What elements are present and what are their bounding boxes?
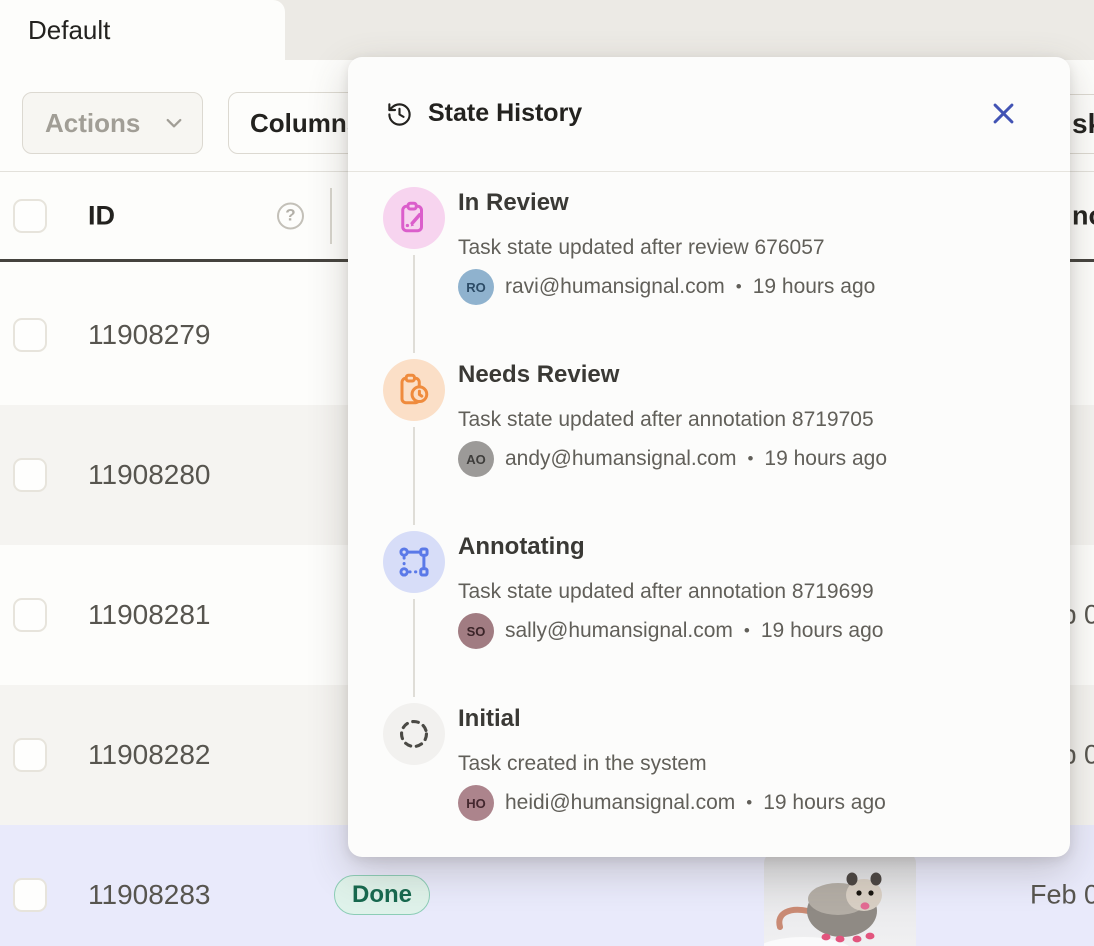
dashed-circle-icon <box>383 703 445 765</box>
close-icon <box>990 100 1017 127</box>
dialog-title: State History <box>428 99 582 128</box>
entry-time: 19 hours ago <box>764 447 887 471</box>
row-checkbox[interactable] <box>13 458 47 492</box>
history-icon <box>386 101 413 128</box>
status-badge-done: Done <box>334 875 430 915</box>
partially-hidden-toolbar-button[interactable]: sk <box>1070 94 1094 154</box>
entry-meta: RO ravi@humansignal.com • 19 hours ago <box>458 269 875 305</box>
chevron-down-icon <box>166 118 182 129</box>
clipboard-clock-icon <box>383 359 445 421</box>
entry-description: Task state updated after review 676057 <box>458 236 825 260</box>
bounding-box-icon <box>383 531 445 593</box>
task-thumbnail[interactable] <box>764 853 916 946</box>
columns-button-label: Columns <box>250 108 361 139</box>
entry-state: In Review <box>458 189 569 217</box>
avatar: SO <box>458 613 494 649</box>
select-all-checkbox[interactable] <box>13 199 47 233</box>
entry-time: 19 hours ago <box>753 275 876 299</box>
timeline-entry: Annotating Task state updated after anno… <box>348 531 1070 681</box>
meta-separator: • <box>736 277 742 297</box>
entry-meta: AO andy@humansignal.com • 19 hours ago <box>458 441 887 477</box>
data-manager-screen: Default Actions Columns sk ID ? no 11908… <box>0 0 1094 946</box>
cell-id: 11908280 <box>88 459 211 491</box>
status-badge-label: Done <box>352 881 412 909</box>
column-divider[interactable] <box>330 188 332 244</box>
entry-state: Annotating <box>458 533 585 561</box>
meta-separator: • <box>744 621 750 641</box>
actions-button[interactable]: Actions <box>22 92 203 154</box>
user-email: heidi@humansignal.com <box>505 791 735 815</box>
help-icon[interactable]: ? <box>277 202 304 229</box>
cell-id: 11908281 <box>88 599 211 631</box>
timeline-entry: Initial Task created in the system HO he… <box>348 703 1070 853</box>
cell-id: 11908279 <box>88 319 211 351</box>
avatar: HO <box>458 785 494 821</box>
entry-description: Task created in the system <box>458 752 707 776</box>
entry-meta: SO sally@humansignal.com • 19 hours ago <box>458 613 883 649</box>
meta-separator: • <box>747 449 753 469</box>
entry-time: 19 hours ago <box>761 619 884 643</box>
cell-id: 11908282 <box>88 739 211 771</box>
entry-description: Task state updated after annotation 8719… <box>458 580 874 604</box>
column-header-fragment: no <box>1072 200 1094 231</box>
user-email: ravi@humansignal.com <box>505 275 725 299</box>
opossum-image <box>764 853 916 946</box>
entry-description: Task state updated after annotation 8719… <box>458 408 874 432</box>
close-button[interactable] <box>984 94 1022 132</box>
cell-date: Feb 0 <box>1030 880 1094 911</box>
tab-default-label: Default <box>28 15 110 46</box>
column-header-id: ID <box>88 200 115 231</box>
state-history-dialog: State History In Review Task state u <box>348 57 1070 857</box>
user-email: sally@humansignal.com <box>505 619 733 643</box>
user-email: andy@humansignal.com <box>505 447 736 471</box>
avatar-initials: AO <box>466 452 486 467</box>
tab-default[interactable]: Default <box>0 0 285 60</box>
clipboard-edit-icon <box>383 187 445 249</box>
entry-state: Initial <box>458 705 521 733</box>
cell-id: 11908283 <box>88 879 211 911</box>
avatar: AO <box>458 441 494 477</box>
meta-separator: • <box>746 793 752 813</box>
entry-time: 19 hours ago <box>763 791 886 815</box>
toolbar-button-fragment: sk <box>1072 108 1094 140</box>
avatar-initials: SO <box>467 624 486 639</box>
row-checkbox[interactable] <box>13 738 47 772</box>
entry-state: Needs Review <box>458 361 619 389</box>
avatar-initials: RO <box>466 280 486 295</box>
row-checkbox[interactable] <box>13 598 47 632</box>
avatar: RO <box>458 269 494 305</box>
row-checkbox[interactable] <box>13 878 47 912</box>
timeline-entry: Needs Review Task state updated after an… <box>348 359 1070 509</box>
entry-meta: HO heidi@humansignal.com • 19 hours ago <box>458 785 886 821</box>
row-checkbox[interactable] <box>13 318 47 352</box>
timeline-entry: In Review Task state updated after revie… <box>348 187 1070 337</box>
actions-button-label: Actions <box>45 108 140 139</box>
dialog-divider <box>348 171 1070 172</box>
avatar-initials: HO <box>466 796 486 811</box>
